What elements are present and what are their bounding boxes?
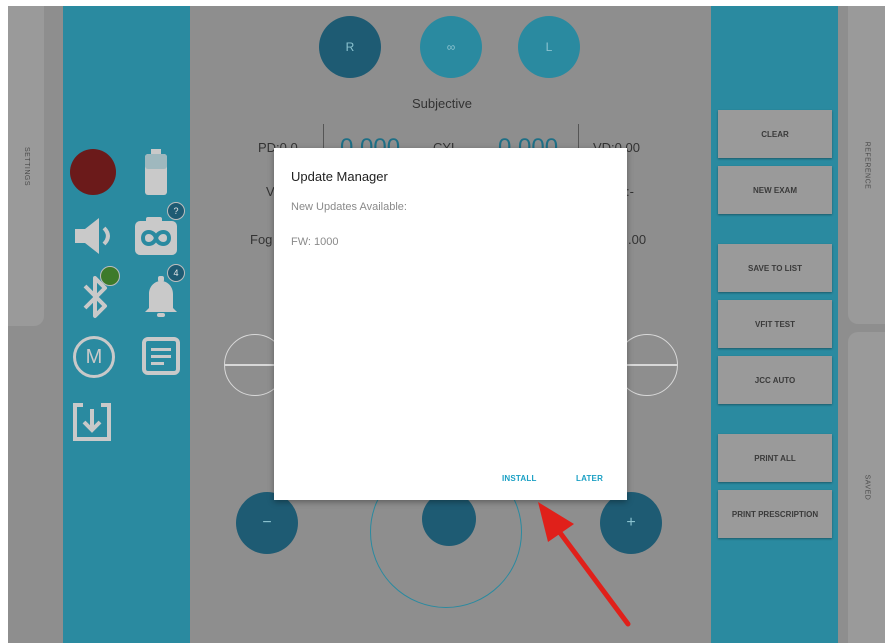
- dialog-subtitle: New Updates Available:: [291, 201, 407, 213]
- fog-label: Fog: [250, 232, 273, 247]
- battery-icon: [143, 149, 169, 200]
- right-eye-button[interactable]: R: [319, 16, 381, 78]
- left-eye-button[interactable]: L: [518, 16, 580, 78]
- download-icon[interactable]: [71, 401, 113, 448]
- both-eyes-button[interactable]: ∞: [420, 16, 482, 78]
- print-all-button[interactable]: PRINT ALL: [718, 434, 832, 482]
- clear-button[interactable]: CLEAR: [718, 110, 832, 158]
- manual-mode-icon[interactable]: M: [73, 336, 115, 378]
- camera-badge: ?: [167, 202, 185, 220]
- install-button[interactable]: INSTALL: [502, 474, 537, 483]
- left-eye-label: L: [545, 40, 553, 54]
- new-exam-button[interactable]: NEW EXAM: [718, 166, 832, 214]
- settings-tab-label: SETTINGS: [22, 146, 30, 186]
- reference-tab[interactable]: REFERENCE: [848, 6, 885, 324]
- red-arrow-icon: [538, 502, 631, 627]
- center-knob[interactable]: [422, 492, 476, 546]
- right-eye-label: R: [345, 40, 355, 54]
- later-button[interactable]: LATER: [576, 474, 603, 483]
- notes-icon[interactable]: [141, 336, 181, 381]
- settings-tab[interactable]: SETTINGS: [8, 6, 44, 326]
- bell-badge: 4: [167, 264, 185, 282]
- left-toolbar: ? 4 M: [63, 6, 190, 643]
- print-prescription-button[interactable]: PRINT PRESCRIPTION: [718, 490, 832, 538]
- vfit-test-button[interactable]: VFIT TEST: [718, 300, 832, 348]
- jcc-auto-button[interactable]: JCC AUTO: [718, 356, 832, 404]
- firmware-version: FW: 1000: [291, 236, 339, 248]
- speaker-icon[interactable]: [73, 216, 119, 261]
- right-dash: :-: [626, 184, 634, 199]
- record-icon[interactable]: [70, 149, 116, 195]
- both-eyes-label: ∞: [446, 40, 456, 54]
- dialog-title: Update Manager: [291, 169, 388, 184]
- save-to-list-button[interactable]: SAVE TO LIST: [718, 244, 832, 292]
- minus-label: −: [262, 514, 272, 531]
- update-manager-dialog: Update Manager New Updates Available: FW…: [274, 148, 627, 500]
- saved-tab-label: SAVED: [863, 474, 870, 501]
- saved-tab[interactable]: SAVED: [848, 332, 885, 643]
- reference-tab-label: REFERENCE: [863, 141, 870, 189]
- right-toolbar: CLEAR NEW EXAM SAVE TO LIST VFIT TEST JC…: [711, 6, 838, 643]
- minus-button[interactable]: −: [236, 492, 298, 554]
- exam-mode-label: Subjective: [412, 96, 472, 111]
- manual-mode-label: M: [85, 345, 103, 368]
- connection-status-dot: [100, 266, 120, 286]
- right-value: .00: [628, 232, 647, 247]
